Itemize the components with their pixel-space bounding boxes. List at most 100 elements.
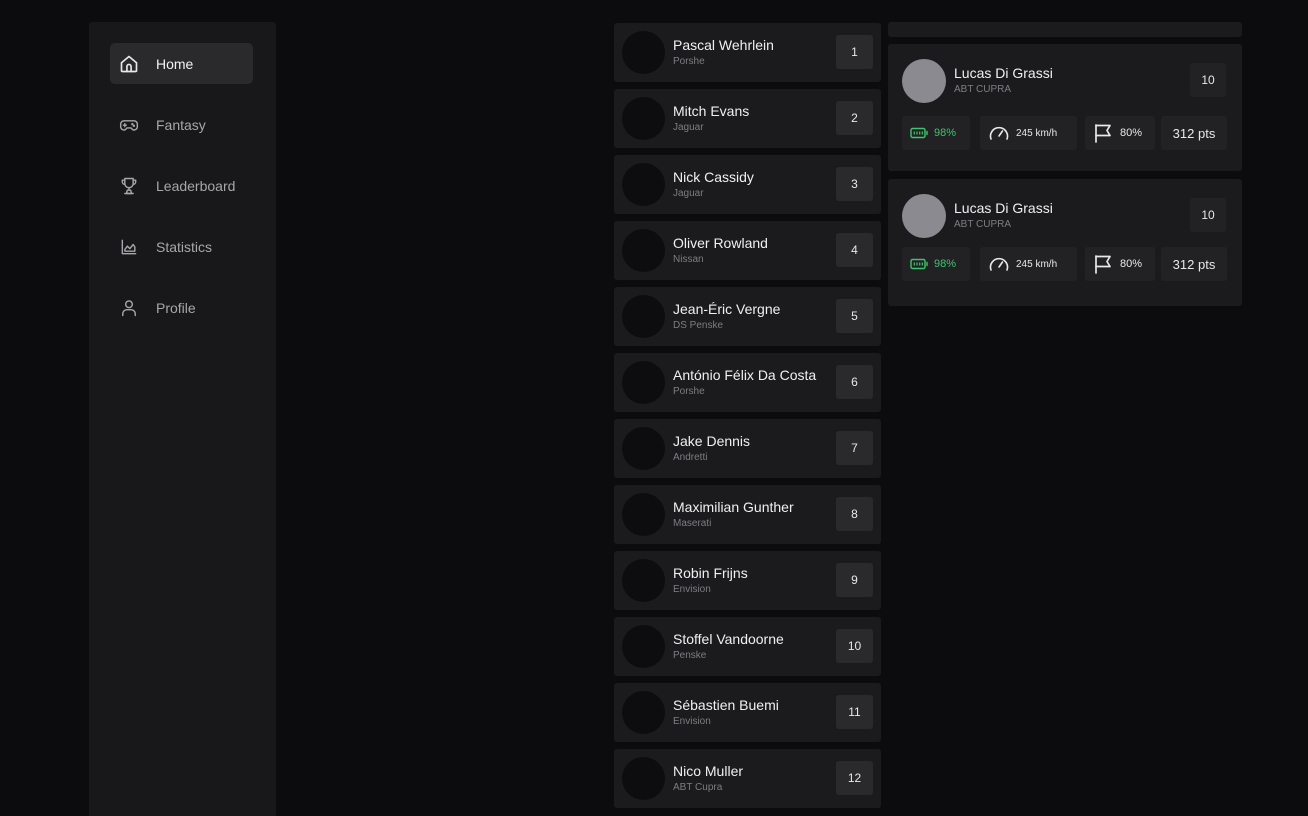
avatar: [622, 559, 665, 602]
flag-value: 80%: [1120, 127, 1143, 139]
flag-icon: [1094, 254, 1112, 274]
avatar: [622, 31, 665, 74]
battery-value: 98%: [934, 127, 957, 139]
points-value: 312 pts: [1172, 125, 1216, 141]
speedometer-icon: [988, 255, 1010, 273]
driver-team: Nissan: [673, 254, 704, 265]
driver-name: Jean-Éric Vergne: [673, 301, 781, 317]
panel-header-strip: [888, 22, 1242, 37]
driver-card[interactable]: Robin Frijns Envision 9: [614, 551, 881, 610]
driver-name: Sébastien Buemi: [673, 697, 779, 713]
sidebar-item-label: Leaderboard: [156, 177, 236, 194]
avatar: [622, 625, 665, 668]
driver-card[interactable]: Nick Cassidy Jaguar 3: [614, 155, 881, 214]
sidebar-item-label: Fantasy: [156, 116, 206, 133]
driver-name: Robin Frijns: [673, 565, 748, 581]
driver-name: António Félix Da Costa: [673, 367, 817, 383]
driver-name: Stoffel Vandoorne: [673, 631, 784, 647]
driver-team: Andretti: [673, 452, 708, 463]
points-stat: 312 pts: [1161, 116, 1227, 150]
avatar: [622, 757, 665, 800]
avatar: [902, 194, 946, 238]
avatar: [902, 59, 946, 103]
position-badge: 2: [836, 101, 873, 135]
avatar: [622, 493, 665, 536]
driver-team: Jaguar: [673, 122, 704, 133]
position-badge: 5: [836, 299, 873, 333]
driver-team: Envision: [673, 716, 711, 727]
sidebar: Home Fantasy Leaderboard Statistics Prof…: [89, 22, 276, 816]
home-icon: [119, 54, 139, 74]
avatar: [622, 691, 665, 734]
avatar: [622, 427, 665, 470]
position-badge: 12: [836, 761, 873, 795]
flag-value: 80%: [1120, 258, 1143, 270]
user-icon: [119, 298, 139, 318]
sidebar-item-leaderboard[interactable]: Leaderboard: [110, 165, 253, 206]
driver-card[interactable]: Jake Dennis Andretti 7: [614, 419, 881, 478]
driver-card[interactable]: Maximilian Gunther Maserati 8: [614, 485, 881, 544]
speed-value: 245 km/h: [1016, 258, 1058, 270]
avatar: [622, 295, 665, 338]
speed-stat: 245 km/h: [980, 247, 1077, 281]
position-badge: 6: [836, 365, 873, 399]
driver-name: Lucas Di Grassi: [954, 65, 1053, 81]
sidebar-item-statistics[interactable]: Statistics: [110, 226, 253, 267]
position-badge: 8: [836, 497, 873, 531]
position-badge: 9: [836, 563, 873, 597]
driver-name: Nico Muller: [673, 763, 744, 779]
trophy-icon: [119, 176, 139, 196]
position-badge: 11: [836, 695, 873, 729]
driver-card[interactable]: Stoffel Vandoorne Penske 10: [614, 617, 881, 676]
battery-stat: 98%: [902, 247, 970, 281]
battery-icon: [910, 127, 929, 139]
driver-detail-card[interactable]: Lucas Di Grassi ABT CUPRA 10 98% 245 km/…: [888, 44, 1242, 171]
sidebar-item-fantasy[interactable]: Fantasy: [110, 104, 253, 145]
driver-card[interactable]: António Félix Da Costa Porshe 6: [614, 353, 881, 412]
battery-value: 98%: [934, 258, 957, 270]
points-value: 312 pts: [1172, 256, 1216, 272]
driver-name: Pascal Wehrlein: [673, 37, 774, 53]
sidebar-item-home[interactable]: Home: [110, 43, 253, 84]
driver-team: Envision: [673, 584, 711, 595]
flag-stat: 80%: [1085, 116, 1155, 150]
driver-team: ABT CUPRA: [954, 84, 1012, 95]
speedometer-icon: [988, 124, 1010, 142]
position-badge: 4: [836, 233, 873, 267]
driver-name: Jake Dennis: [673, 433, 751, 449]
flag-stat: 80%: [1085, 247, 1155, 281]
driver-card[interactable]: Nico Muller ABT Cupra 12: [614, 749, 881, 808]
driver-name: Nick Cassidy: [673, 169, 754, 185]
driver-card[interactable]: Pascal Wehrlein Porshe 1: [614, 23, 881, 82]
driver-name: Lucas Di Grassi: [954, 200, 1053, 216]
sidebar-item-label: Profile: [156, 299, 196, 316]
driver-team: ABT Cupra: [673, 782, 723, 793]
position-badge: 7: [836, 431, 873, 465]
driver-card[interactable]: Jean-Éric Vergne DS Penske 5: [614, 287, 881, 346]
driver-name: Maximilian Gunther: [673, 499, 794, 515]
avatar: [622, 361, 665, 404]
position-badge: 3: [836, 167, 873, 201]
avatar: [622, 97, 665, 140]
driver-team: DS Penske: [673, 320, 724, 331]
speed-stat: 245 km/h: [980, 116, 1077, 150]
points-stat: 312 pts: [1161, 247, 1227, 281]
sidebar-item-label: Home: [156, 55, 194, 72]
driver-card[interactable]: Sébastien Buemi Envision 11: [614, 683, 881, 742]
driver-detail-card[interactable]: Lucas Di Grassi ABT CUPRA 10 98% 245 km/…: [888, 179, 1242, 306]
driver-team: Penske: [673, 650, 707, 661]
driver-team: Jaguar: [673, 188, 704, 199]
driver-card[interactable]: Oliver Rowland Nissan 4: [614, 221, 881, 280]
driver-card[interactable]: Mitch Evans Jaguar 2: [614, 89, 881, 148]
driver-team: Porshe: [673, 386, 705, 397]
avatar: [622, 163, 665, 206]
position-badge: 10: [836, 629, 873, 663]
driver-team: Maserati: [673, 518, 712, 529]
sidebar-item-profile[interactable]: Profile: [110, 287, 253, 328]
driver-name: Mitch Evans: [673, 103, 750, 119]
battery-icon: [910, 258, 929, 270]
battery-stat: 98%: [902, 116, 970, 150]
flag-icon: [1094, 123, 1112, 143]
position-badge: 1: [836, 35, 873, 69]
chart-icon: [119, 237, 139, 257]
